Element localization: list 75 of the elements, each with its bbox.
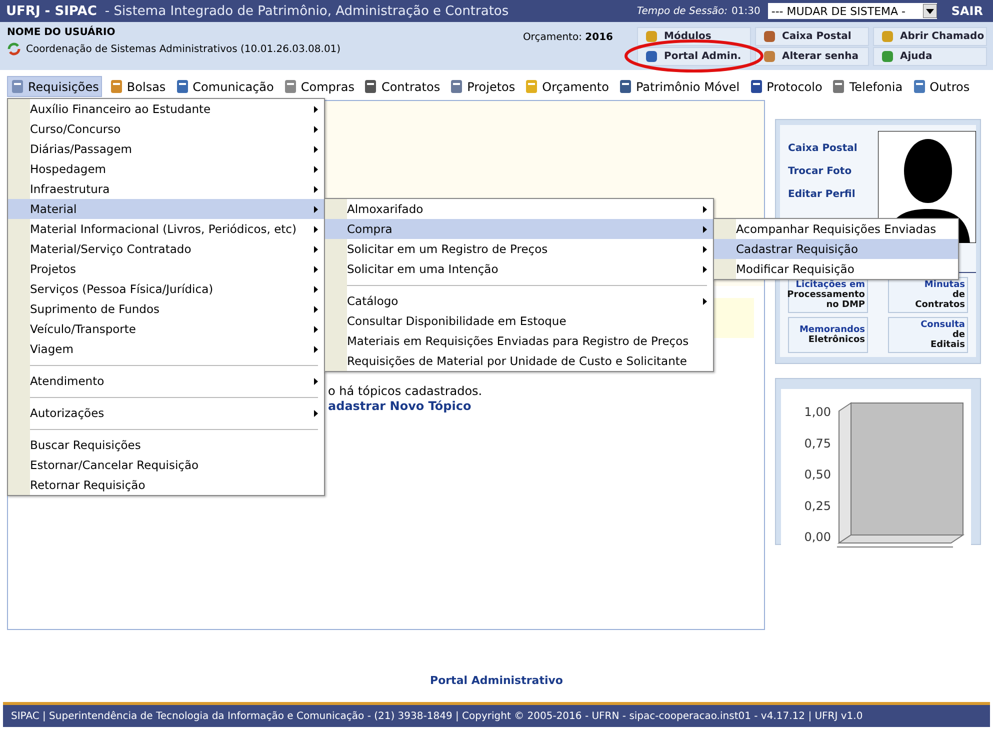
portal-link[interactable]: Portal Administrativo	[0, 674, 993, 687]
menu-item[interactable]: Catálogo	[325, 291, 713, 311]
profile-link[interactable]: Caixa Postal	[788, 143, 858, 154]
refresh-icon[interactable]	[7, 42, 21, 56]
budget-label: Orçamento:	[522, 32, 582, 43]
menu-item[interactable]: Projetos	[8, 259, 324, 279]
footer-credits: SIPAC | Superintendência de Tecnologia da Informação e Comunicação - (21) 3938-1849 | Copyright © 2005-2016 - UFRN - sipac-cooperacao.inst01 - v4.17.12 | UFRJ v1.0	[3, 702, 990, 727]
menu-tab[interactable]: Orçamento	[522, 77, 611, 96]
menu-item[interactable]: Compra	[325, 219, 713, 239]
menu-tab[interactable]: Protocolo	[746, 77, 824, 96]
menu-item[interactable]: Almoxarifado	[325, 199, 713, 219]
menu-item[interactable]: Solicitar em uma Intenção	[325, 259, 713, 279]
document-icon	[10, 79, 25, 94]
menu-item[interactable]: Acompanhar Requisições Enviadas	[714, 219, 958, 239]
y-axis-label: 0,75	[804, 436, 831, 450]
menu-tab[interactable]: Outros	[910, 77, 972, 96]
menu-item[interactable]: Materiais em Requisições Enviadas para Registro de Preços	[325, 331, 713, 351]
shortcut-tile[interactable]: Minutas de Contratos	[888, 277, 968, 313]
menu-item[interactable]: Suprimento de Fundos	[8, 299, 324, 319]
menu-tab[interactable]: Bolsas	[106, 77, 168, 96]
menu-tab[interactable]: Requisições	[7, 76, 102, 97]
menu-tab[interactable]: Telefonia	[829, 77, 905, 96]
y-axis-label: 0,50	[804, 468, 831, 482]
profile-link[interactable]: Trocar Foto	[788, 166, 858, 177]
menu-item[interactable]: Buscar Requisições	[8, 435, 324, 455]
menu-item[interactable]: Material Informacional (Livros, Periódicos, etc)	[8, 219, 324, 239]
menu-item[interactable]: Modificar Requisição	[714, 259, 958, 279]
menu-item[interactable]: Auxílio Financeiro ao Estudante	[8, 99, 324, 119]
menu-item[interactable]: Diárias/Passagem	[8, 139, 324, 159]
menu-item[interactable]: Estornar/Cancelar Requisição	[8, 455, 324, 475]
menu-item[interactable]: Infraestrutura	[8, 179, 324, 199]
dropdown-arrow-icon	[923, 4, 938, 18]
menu-item[interactable]: Retornar Requisição	[8, 475, 324, 495]
menu-item[interactable]: Material	[8, 199, 324, 219]
user-unit: Coordenação de Sistemas Administrativos (10.01.26.03.08.01)	[26, 44, 341, 54]
menu-item[interactable]: Autorizações	[8, 403, 324, 423]
menu-tab[interactable]: Contratos	[361, 77, 442, 96]
system-subtitle: - Sistema Integrado de Patrimônio, Administração e Contratos	[104, 4, 509, 18]
shortcut-button[interactable]: Caixa Postal	[755, 27, 869, 46]
y-axis-label: 0,25	[804, 498, 831, 513]
shortcut-button[interactable]: Portal Admin.	[637, 47, 751, 66]
shortcut-button[interactable]: Alterar senha	[755, 47, 869, 66]
budget-year: 2016	[585, 32, 613, 43]
shortcut-button[interactable]: Ajuda	[873, 47, 987, 66]
shortcut-button[interactable]: Abrir Chamado	[873, 27, 987, 46]
y-axis-label: 0,00	[804, 530, 831, 544]
shortcut-tile[interactable]: Consulta de Editais	[888, 317, 968, 353]
menu-item[interactable]: Solicitar em um Registro de Preços	[325, 239, 713, 259]
logout-link[interactable]: SAIR	[951, 4, 983, 18]
system-title: UFRJ - SIPAC	[6, 4, 97, 18]
menu-item[interactable]: Material/Serviço Contratado	[8, 239, 324, 259]
menu-item[interactable]: Serviços (Pessoa Física/Jurídica)	[8, 279, 324, 299]
shortcut-tile[interactable]: Memorandos Eletrônicos	[788, 317, 868, 353]
menu-item[interactable]: Consultar Disponibilidade em Estoque	[325, 311, 713, 331]
menu-item[interactable]: Requisições de Material por Unidade de Custo e Solicitante	[325, 351, 713, 371]
y-axis-label: 1,00	[804, 405, 831, 419]
menu-tab[interactable]: Projetos	[447, 77, 518, 96]
menu-item[interactable]: Hospedagem	[8, 159, 324, 179]
menu-item[interactable]: Veículo/Transporte	[8, 319, 324, 339]
menu-tab[interactable]: Compras	[280, 77, 356, 96]
menu-item[interactable]: Cadastrar Requisição	[714, 239, 958, 259]
session-label: Tempo de Sessão:	[636, 6, 728, 16]
system-dropdown[interactable]: --- MUDAR DE SISTEMA -	[768, 3, 938, 19]
menu-tab[interactable]: Comunicação	[172, 77, 276, 96]
empty-message: o há tópicos cadastrados.	[328, 384, 482, 399]
menu-item[interactable]: Viagem	[8, 339, 324, 359]
menu-item[interactable]: Curso/Concurso	[8, 119, 324, 139]
new-topic-link[interactable]: adastrar Novo Tópico	[328, 399, 482, 414]
shortcut-tile[interactable]: Licitações em Processamento no DMP	[788, 277, 868, 313]
user-name: NOME DO USUÁRIO	[7, 27, 116, 38]
session-time: 01:30	[732, 6, 760, 16]
profile-link[interactable]: Editar Perfil	[788, 189, 858, 200]
menu-item[interactable]: Atendimento	[8, 371, 324, 391]
menu-tab[interactable]: Patrimônio Móvel	[616, 77, 742, 96]
document-icon	[363, 79, 378, 94]
